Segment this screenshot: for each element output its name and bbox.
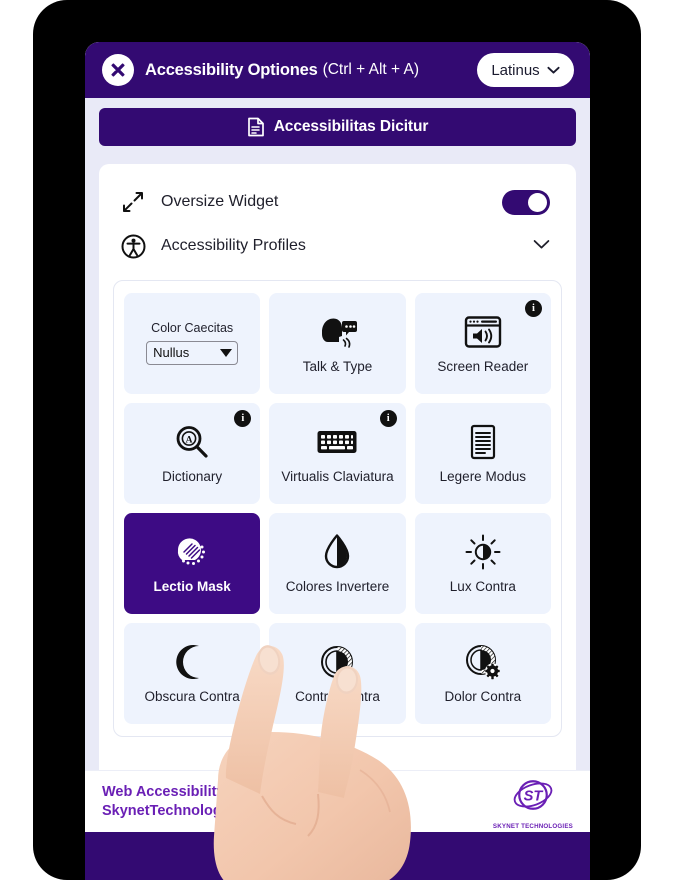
close-x-icon bbox=[111, 63, 125, 77]
tile-talk-and-type[interactable]: Talk & Type bbox=[269, 293, 406, 394]
tile-invert-colors[interactable]: Colores Invertere bbox=[269, 513, 406, 614]
tile-label-dictionary: Dictionary bbox=[162, 469, 223, 485]
tile-dictionary[interactable]: i A Dictionary bbox=[124, 403, 261, 504]
option-row-accessibility-profiles[interactable]: Accessibility Profiles bbox=[113, 224, 562, 268]
tile-reading-mode[interactable]: Legere Modus bbox=[414, 403, 551, 504]
document-icon bbox=[247, 117, 264, 137]
caret-down-icon bbox=[220, 348, 233, 357]
reading-mask-icon bbox=[172, 530, 212, 574]
footer-line-2: SkynetTechnologies bbox=[102, 802, 242, 819]
skynet-logo-initials: ST bbox=[524, 789, 544, 805]
info-badge[interactable]: i bbox=[524, 300, 542, 317]
widget-footer: Web Accessibility Solutions by SkynetTec… bbox=[85, 770, 590, 832]
tile-label-light-contrast: Lux Contra bbox=[449, 579, 516, 595]
tile-label-contrast: Contra Contra bbox=[295, 689, 380, 705]
option-row-oversize-widget[interactable]: Oversize Widget bbox=[113, 180, 562, 224]
screenshot-stage: Accessibility Optiones (Ctrl + Alt + A) … bbox=[0, 0, 675, 880]
accessibility-person-icon bbox=[121, 234, 151, 259]
skynet-logo-mark: ST bbox=[513, 780, 553, 810]
keyboard-icon bbox=[316, 420, 358, 464]
skynet-logo-caption: SKYNET TECHNOLOGIES bbox=[492, 823, 573, 830]
footer-branding-text: Web Accessibility Solutions by SkynetTec… bbox=[102, 783, 316, 821]
option-label-oversize-widget: Oversize Widget bbox=[161, 193, 279, 210]
info-badge[interactable]: i bbox=[234, 410, 252, 427]
tile-label-talk-and-type: Talk & Type bbox=[302, 359, 373, 375]
options-panel: Oversize Widget Accessibility Profiles C… bbox=[99, 164, 576, 864]
widget-body: Accessibilitas Dicitur Oversize Widget A… bbox=[85, 98, 590, 880]
tile-label-color-caecitas: Color Caecitas bbox=[151, 320, 234, 335]
info-badge[interactable]: i bbox=[379, 410, 397, 427]
skynet-logo: ST SKYNET TECHNOLOGIES bbox=[493, 773, 573, 830]
option-label-accessibility-profiles: Accessibility Profiles bbox=[161, 237, 306, 254]
tile-label-invert-colors: Colores Invertere bbox=[285, 579, 390, 595]
feature-grid: Color Caecitas Nullus Talk & Type i Scre… bbox=[124, 293, 551, 724]
accessibility-statement-label: Accessibilitas Dicitur bbox=[273, 118, 429, 135]
close-button[interactable] bbox=[102, 54, 134, 86]
tile-label-reading-mask: Lectio Mask bbox=[153, 579, 231, 595]
oversize-widget-toggle[interactable] bbox=[502, 189, 550, 215]
expand-arrows-icon bbox=[121, 190, 151, 214]
tile-saturation[interactable]: Dolor Contra bbox=[414, 623, 551, 724]
chevron-down-icon bbox=[547, 66, 560, 74]
contrast-circle-icon bbox=[319, 640, 355, 684]
chevron-down-icon bbox=[533, 240, 550, 249]
moon-icon bbox=[176, 640, 208, 684]
color-caecitas-select[interactable]: Nullus bbox=[146, 340, 239, 365]
color-caecitas-selected-value: Nullus bbox=[153, 345, 190, 360]
tile-dark-contrast[interactable]: Obscura Contra bbox=[124, 623, 261, 724]
tile-reading-mask[interactable]: Lectio Mask bbox=[124, 513, 261, 614]
widget-screen: Accessibility Optiones (Ctrl + Alt + A) … bbox=[85, 42, 590, 880]
svg-text:A: A bbox=[186, 436, 193, 446]
page-title: Accessibility Optiones bbox=[145, 60, 318, 79]
tile-virtual-keyboard[interactable]: i Virtualis Claviatura bbox=[269, 403, 406, 504]
reading-page-icon bbox=[469, 420, 497, 464]
accessibility-profiles-chevron[interactable] bbox=[533, 237, 550, 255]
brightness-sun-icon bbox=[464, 530, 502, 574]
tile-label-saturation: Dolor Contra bbox=[444, 689, 522, 705]
tile-screen-reader[interactable]: i Screen Reader bbox=[414, 293, 551, 394]
toggle-knob bbox=[528, 192, 547, 212]
widget-bottom-bar bbox=[85, 832, 590, 880]
dictionary-magnifier-icon: A bbox=[174, 420, 210, 464]
tile-label-virtual-keyboard: Virtualis Claviatura bbox=[281, 469, 394, 485]
tile-light-contrast[interactable]: Lux Contra bbox=[414, 513, 551, 614]
tile-label-reading-mode: Legere Modus bbox=[439, 469, 526, 485]
tile-contrast[interactable]: Contra Contra bbox=[269, 623, 406, 724]
tile-color-caecitas[interactable]: Color Caecitas Nullus bbox=[124, 293, 261, 394]
widget-titlebar: Accessibility Optiones (Ctrl + Alt + A) … bbox=[85, 42, 590, 98]
invert-colors-droplet-icon bbox=[322, 530, 352, 574]
screen-reader-icon bbox=[464, 310, 502, 354]
tile-label-dark-contrast: Obscura Contra bbox=[144, 689, 240, 705]
language-selector[interactable]: Latinus bbox=[477, 53, 574, 87]
accessibility-statement-button[interactable]: Accessibilitas Dicitur bbox=[99, 108, 576, 146]
speaking-head-icon bbox=[316, 310, 358, 354]
saturation-gear-icon bbox=[464, 640, 502, 684]
footer-line-1: Web Accessibility Solutions by bbox=[102, 783, 316, 800]
feature-grid-container: Color Caecitas Nullus Talk & Type i Scre… bbox=[113, 280, 562, 737]
tile-label-screen-reader: Screen Reader bbox=[437, 359, 529, 375]
language-label: Latinus bbox=[491, 61, 540, 79]
keyboard-shortcut-hint: (Ctrl + Alt + A) bbox=[322, 61, 420, 78]
